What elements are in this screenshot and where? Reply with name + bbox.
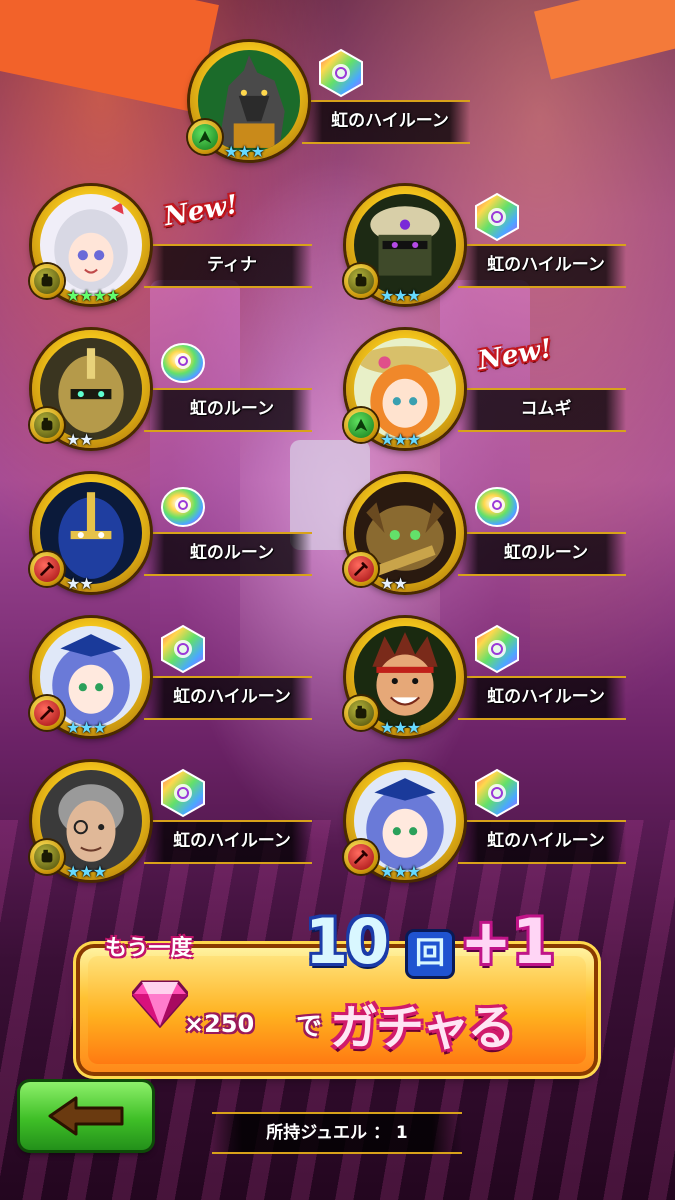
rarity-star-icon: ★ <box>106 286 120 305</box>
result-card[interactable]: 虹のルーン ★ ★ <box>30 474 322 594</box>
result-name: 虹のルーン <box>189 543 275 563</box>
result-name: 虹のハイルーン <box>487 687 605 707</box>
rarity-star-icon: ★ <box>393 430 407 449</box>
result-card[interactable]: 虹のハイルーン ★ ★ ★ <box>344 762 636 882</box>
rarity-star-icon: ★ <box>66 286 80 305</box>
result-card[interactable]: 虹のハイルーン ★ ★ ★ <box>30 762 322 882</box>
rarity-star-icon: ★ <box>66 574 80 593</box>
rarity-star-icon: ★ <box>380 430 394 449</box>
result-name: 虹のルーン <box>503 543 589 563</box>
rainbow-rune-icon <box>158 336 208 386</box>
rarity-star-icon: ★ <box>380 718 394 737</box>
jewel-icon <box>130 978 190 1029</box>
olive-attribute-icon <box>30 840 64 874</box>
rarity-stars: ★ ★ <box>66 430 94 449</box>
bg-orange-shard <box>0 0 219 113</box>
result-card[interactable]: コムギ ★ ★ ★ New! <box>344 330 636 450</box>
rarity-star-icon: ★ <box>66 718 80 737</box>
rarity-star-icon: ★ <box>393 286 407 305</box>
result-name: 虹のハイルーン <box>487 831 605 851</box>
result-card[interactable]: ティナ ★ ★ ★ ★ New! <box>30 186 322 306</box>
again-label: もう一度 <box>105 936 193 961</box>
rarity-star-icon: ★ <box>79 718 93 737</box>
rainbow-rune-icon <box>158 480 208 530</box>
rarity-star-icon: ★ <box>250 142 265 161</box>
result-name: 虹のハイルーン <box>487 255 605 275</box>
rarity-star-icon: ★ <box>92 862 107 881</box>
rarity-star-icon: ★ <box>79 862 93 881</box>
pull-count-number: 10 <box>305 905 389 978</box>
rarity-star-icon: ★ <box>380 862 394 881</box>
result-name: 虹のハイルーン <box>331 111 449 131</box>
rarity-star-icon: ★ <box>224 142 238 161</box>
gacha-action-label: ガチャる <box>330 1000 516 1056</box>
arrow-left-icon <box>48 1096 124 1136</box>
rarity-star-icon: ★ <box>66 862 80 881</box>
bg-orange-shard <box>534 0 675 80</box>
rarity-star-icon: ★ <box>393 862 407 881</box>
back-button[interactable] <box>20 1082 152 1150</box>
olive-attribute-icon <box>344 264 378 298</box>
cost-particle: で <box>296 1012 323 1042</box>
jewel-cost: ×250 <box>184 1010 255 1038</box>
red-attribute-icon <box>30 696 64 730</box>
olive-attribute-icon <box>344 696 378 730</box>
rarity-stars: ★ ★ ★ <box>66 862 107 881</box>
new-badge: New! <box>161 189 241 233</box>
rarity-star-icon: ★ <box>79 430 93 449</box>
green-attribute-icon <box>344 408 378 442</box>
green-attribute-icon <box>188 120 222 154</box>
rarity-stars: ★ ★ ★ <box>224 142 265 161</box>
red-attribute-icon <box>30 552 64 586</box>
rarity-stars: ★ ★ ★ <box>380 430 421 449</box>
rainbow-high-rune-icon <box>472 624 522 674</box>
rainbow-rune-icon <box>472 480 522 530</box>
rarity-star-icon: ★ <box>79 574 93 593</box>
result-name: コムギ <box>520 399 572 419</box>
rarity-stars: ★ ★ ★ <box>380 286 421 305</box>
rarity-star-icon: ★ <box>406 286 421 305</box>
rarity-stars: ★ ★ <box>66 574 94 593</box>
rainbow-high-rune-icon <box>158 768 208 818</box>
rarity-stars: ★ ★ <box>380 574 408 593</box>
olive-attribute-icon <box>30 408 64 442</box>
rarity-star-icon: ★ <box>393 718 407 737</box>
result-card[interactable]: 虹のハイルーン ★ ★ ★ <box>344 186 636 306</box>
result-card[interactable]: 虹のルーン ★ ★ <box>344 474 636 594</box>
result-name: 虹のルーン <box>189 399 275 419</box>
rarity-star-icon: ★ <box>237 142 251 161</box>
rarity-star-icon: ★ <box>66 430 80 449</box>
rarity-star-icon: ★ <box>406 718 421 737</box>
rarity-star-icon: ★ <box>92 286 107 305</box>
rarity-star-icon: ★ <box>393 574 407 593</box>
pull-bonus: +1 <box>460 905 556 978</box>
rainbow-high-rune-icon <box>472 768 522 818</box>
rarity-star-icon: ★ <box>406 430 421 449</box>
rarity-star-icon: ★ <box>79 286 93 305</box>
rarity-star-icon: ★ <box>380 286 394 305</box>
rarity-stars: ★ ★ ★ <box>380 862 421 881</box>
result-name: 虹のハイルーン <box>173 831 291 851</box>
result-name: ティナ <box>207 255 257 275</box>
rainbow-high-rune-icon <box>472 192 522 242</box>
rarity-stars: ★ ★ ★ <box>66 718 107 737</box>
rarity-star-icon: ★ <box>406 862 421 881</box>
rarity-stars: ★ ★ ★ ★ <box>66 286 120 305</box>
owned-jewel-count: 所持ジュエル ： 1 <box>212 1112 462 1154</box>
pull-count-unit: 回 <box>408 932 452 976</box>
result-card[interactable]: 虹のルーン ★ ★ <box>30 330 322 450</box>
rarity-stars: ★ ★ ★ <box>380 718 421 737</box>
rarity-star-icon: ★ <box>380 574 394 593</box>
result-name: 虹のハイルーン <box>173 687 291 707</box>
result-card[interactable]: 虹のハイルーン ★ ★ ★ <box>30 618 322 738</box>
result-card[interactable]: 虹のハイルーン ★ ★ ★ <box>344 618 636 738</box>
rainbow-high-rune-icon <box>158 624 208 674</box>
rarity-star-icon: ★ <box>92 718 107 737</box>
olive-attribute-icon <box>30 264 64 298</box>
red-attribute-icon <box>344 552 378 586</box>
new-badge: New! <box>475 333 555 377</box>
red-attribute-icon <box>344 840 378 874</box>
result-card[interactable]: 虹のハイルーン ★ ★ ★ <box>188 42 480 162</box>
rainbow-high-rune-icon <box>316 48 366 98</box>
